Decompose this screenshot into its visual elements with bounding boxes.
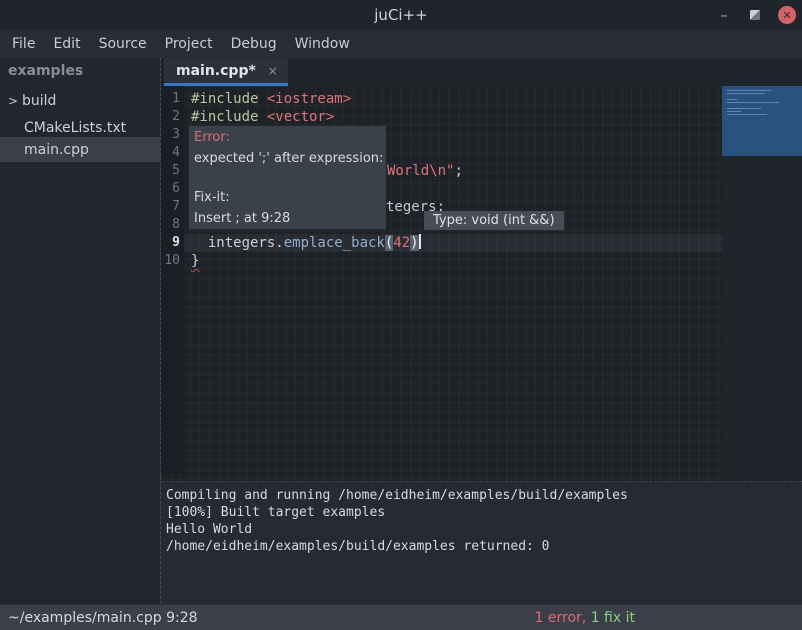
code-segment: #include	[191, 91, 267, 107]
code-segment: <vector>	[267, 109, 334, 125]
error-tooltip: Error: expected ';' after expression: Fi…	[189, 126, 386, 229]
line-number: 1	[161, 90, 180, 108]
minimap-line	[727, 108, 761, 109]
code-line[interactable]: integers.emplace_back(42)	[184, 234, 421, 252]
error-tooltip-title: Error:	[194, 130, 386, 145]
menu-item-source[interactable]: Source	[98, 34, 148, 54]
menu-item-project[interactable]: Project	[164, 34, 214, 54]
line-number: 2	[161, 108, 180, 126]
minimap-line	[727, 90, 771, 91]
file-location-status: ~/examples/main.cpp 9:28	[8, 610, 198, 626]
terminal-line: /home/eidheim/examples/build/examples re…	[166, 538, 802, 555]
code-line[interactable]: #include <iostream>	[184, 90, 351, 108]
sidebar-item-label: CMakeLists.txt	[24, 120, 126, 136]
diagnostics-status: 1 error, 1 fix it	[535, 610, 635, 626]
error-tooltip-message: expected ';' after expression:	[194, 151, 386, 166]
sidebar-item-main-cpp[interactable]: main.cpp	[0, 137, 160, 162]
menu-item-edit[interactable]: Edit	[52, 34, 81, 54]
minimap-column[interactable]	[722, 86, 802, 481]
line-number: 8	[161, 216, 180, 234]
fixit-label: Fix-it:	[194, 190, 386, 205]
minimap-line	[727, 114, 767, 115]
tab-bar: main.cpp* ×	[161, 58, 802, 86]
app-window: juCi++ – ✕ File Edit Source Project Debug Win…	[0, 0, 802, 630]
menu-item-debug[interactable]: Debug	[230, 34, 278, 54]
code-segment: emplace_back	[284, 235, 385, 251]
line-number: 6	[161, 180, 180, 198]
code-segment: <iostream>	[267, 91, 351, 107]
line-number: 4	[161, 144, 180, 162]
menu-item-window[interactable]: Window	[294, 34, 351, 54]
minimap-line	[727, 102, 779, 103]
code-segment: ;	[454, 163, 462, 179]
project-name: examples	[0, 58, 160, 84]
line-number: 3	[161, 126, 180, 144]
code-segment: #include	[191, 109, 267, 125]
code-line[interactable]: }	[184, 252, 199, 270]
code-segment: 42	[393, 235, 410, 251]
code-line[interactable]: World\n";	[387, 162, 463, 180]
tab-close-icon[interactable]: ×	[268, 64, 278, 78]
restore-icon[interactable]	[750, 10, 760, 20]
type-tooltip: Type: void (int &&)	[424, 211, 564, 230]
window-title: juCi++	[374, 6, 427, 24]
sidebar-item-build[interactable]: >build	[0, 88, 160, 113]
title-bar[interactable]: juCi++ – ✕	[0, 0, 802, 30]
terminal-line: [100%] Built target examples	[166, 504, 802, 521]
line-number: 7	[161, 198, 180, 216]
sidebar-item-label: main.cpp	[24, 142, 89, 158]
line-number: 5	[161, 162, 180, 180]
terminal-line: Hello World	[166, 521, 802, 538]
line-number-gutter: 12345678910	[161, 86, 184, 473]
tab-label: main.cpp*	[176, 63, 256, 79]
minimap-line	[727, 111, 741, 112]
line-number: 9	[161, 234, 180, 252]
fixit-message: Insert ; at 9:28	[194, 211, 386, 226]
menu-bar: File Edit Source Project Debug Window	[0, 30, 802, 58]
code-line[interactable]: #include <vector>	[184, 108, 334, 126]
minimize-icon[interactable]: –	[716, 10, 732, 20]
fixit-count: 1 fix it	[591, 610, 635, 626]
minimap-line	[727, 93, 765, 94]
status-bar: ~/examples/main.cpp 9:28 1 error, 1 fix …	[0, 604, 802, 630]
minimap-line	[727, 99, 737, 100]
output-terminal[interactable]: Compiling and running /home/eidheim/exam…	[161, 481, 802, 604]
minimap-viewport[interactable]	[722, 86, 802, 156]
chevron-right-icon[interactable]: >	[8, 94, 22, 108]
sidebar-item-label: build	[22, 93, 56, 109]
window-controls: – ✕	[716, 0, 796, 30]
line-number: 10	[161, 252, 180, 270]
file-tree-sidebar: examples >build CMakeLists.txt main.cpp	[0, 58, 160, 604]
code-segment: integers.	[191, 235, 284, 251]
terminal-line: Compiling and running /home/eidheim/exam…	[166, 487, 802, 504]
error-count: 1 error,	[535, 610, 587, 626]
code-segment: World\n"	[387, 163, 454, 179]
code-segment: }	[191, 253, 199, 269]
code-editor[interactable]: 12345678910 #include <iostream>#include …	[161, 86, 802, 481]
code-segment: )	[410, 235, 418, 251]
close-icon[interactable]: ✕	[778, 6, 796, 24]
text-cursor	[419, 234, 421, 249]
menu-item-file[interactable]: File	[11, 34, 36, 54]
tab-main-cpp[interactable]: main.cpp* ×	[164, 58, 288, 86]
